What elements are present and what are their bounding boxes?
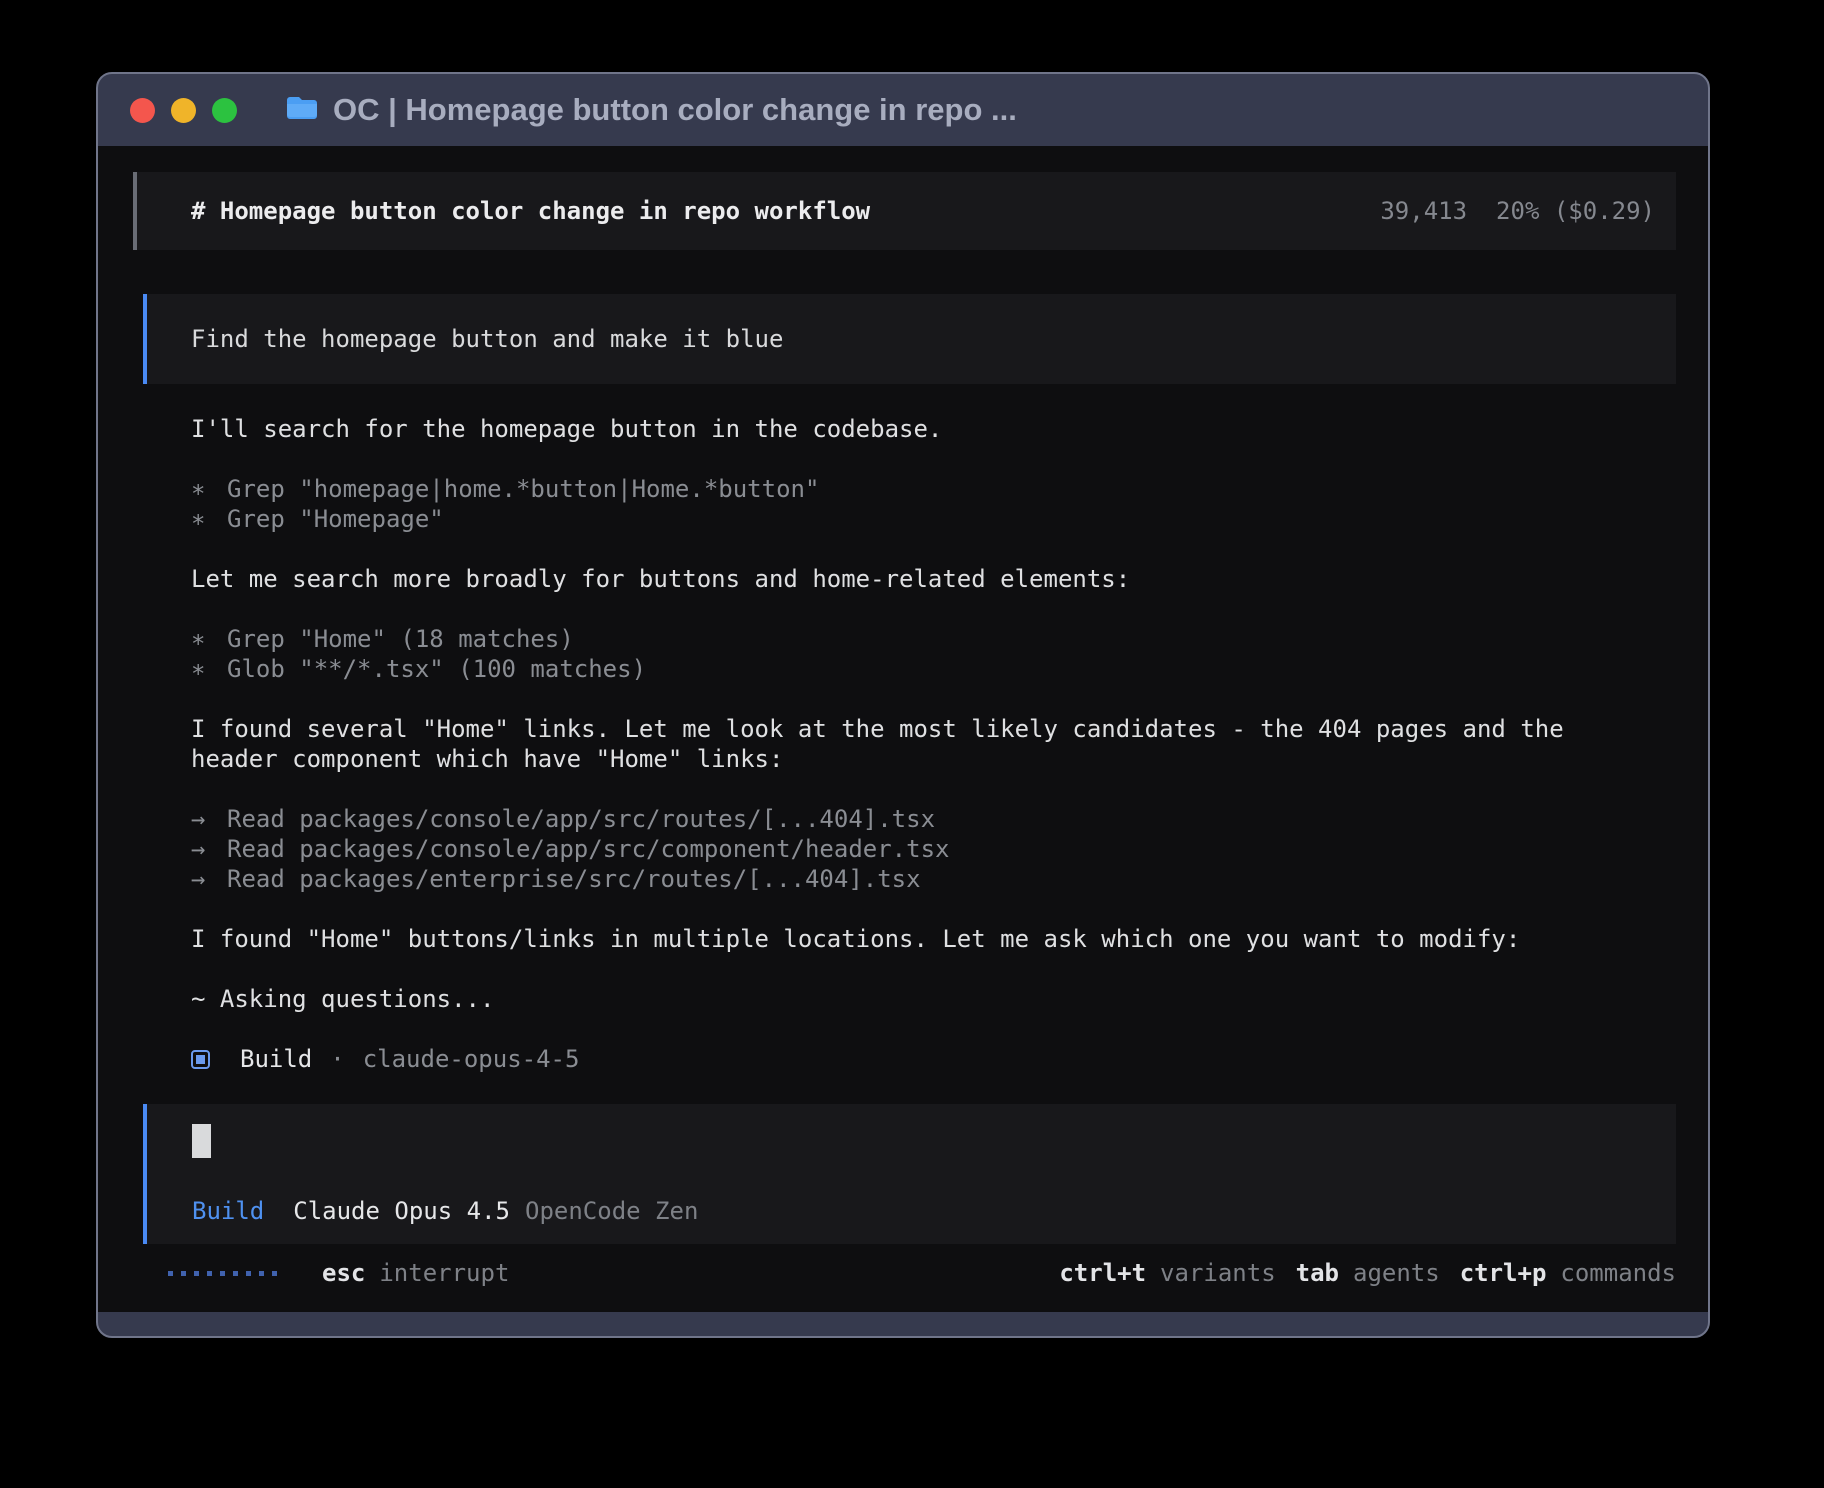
assistant-text: I'll search for the homepage button in t… xyxy=(191,414,1676,444)
title-group: OC | Homepage button color change in rep… xyxy=(285,92,1017,128)
spinner-dot xyxy=(207,1271,212,1276)
window-titlebar: OC | Homepage button color change in rep… xyxy=(98,74,1708,146)
spinner-dots xyxy=(168,1271,277,1276)
agents-hint: tab agents xyxy=(1296,1258,1440,1288)
esc-key-hint: esc xyxy=(322,1259,365,1287)
input-model-label: Claude Opus 4.5 xyxy=(293,1196,510,1226)
folder-icon xyxy=(285,95,319,126)
traffic-lights xyxy=(130,98,237,123)
tool-call-text: Glob "**/*.tsx" (100 matches) xyxy=(227,655,646,683)
tool-call-line: ∗Grep "homepage|home.*button|Home.*butto… xyxy=(191,474,1676,504)
tool-bullet-icon: ∗ xyxy=(191,654,227,684)
terminal-content[interactable]: # Homepage button color change in repo w… xyxy=(98,146,1708,1312)
read-tool-text: Read packages/console/app/src/component/… xyxy=(227,835,949,863)
tool-call-text: Grep "homepage|home.*button|Home.*button… xyxy=(227,475,819,503)
agents-label: agents xyxy=(1353,1259,1440,1287)
status-bar-left: esc interrupt xyxy=(168,1258,509,1288)
interrupt-hint: esc interrupt xyxy=(322,1258,509,1288)
tool-bullet-icon: ∗ xyxy=(191,504,227,534)
window-title: OC | Homepage button color change in rep… xyxy=(333,92,1017,128)
input-agent-label[interactable]: Build xyxy=(192,1196,264,1226)
ctrl-p-key-hint: ctrl+p xyxy=(1460,1259,1547,1287)
assistant-text: Let me search more broadly for buttons a… xyxy=(191,564,1676,594)
ctrl-t-key-hint: ctrl+t xyxy=(1059,1259,1146,1287)
spinner-dot xyxy=(272,1271,277,1276)
read-tool-text: Read packages/console/app/src/routes/[..… xyxy=(227,805,935,833)
agent-square-icon xyxy=(191,1050,210,1069)
spinner-dot xyxy=(181,1271,186,1276)
assistant-paragraph: I'll search for the homepage button in t… xyxy=(191,414,1676,444)
tool-call-line: ∗Grep "Home" (18 matches) xyxy=(191,624,1676,654)
status-bar: esc interrupt ctrl+t variants tab agents ct… xyxy=(133,1258,1676,1288)
spinner-dot xyxy=(233,1271,238,1276)
status-text: ~ Asking questions... xyxy=(191,984,1676,1014)
agent-model: claude-opus-4-5 xyxy=(363,1044,580,1074)
session-stats: 39,413 20% ($0.29) xyxy=(1380,196,1655,226)
assistant-paragraph: I found several "Home" links. Let me loo… xyxy=(191,714,1676,774)
agent-status-row: Build · claude-opus-4-5 xyxy=(191,1044,1676,1074)
commands-hint: ctrl+p commands xyxy=(1460,1258,1676,1288)
spinner-dot xyxy=(194,1271,199,1276)
read-tool-line: →Read packages/console/app/src/component… xyxy=(191,834,1676,864)
read-tool-text: Read packages/enterprise/src/routes/[...… xyxy=(227,865,921,893)
status-bar-right: ctrl+t variants tab agents ctrl+p commands xyxy=(1059,1258,1676,1288)
token-count: 39,413 xyxy=(1380,196,1467,226)
variants-hint: ctrl+t variants xyxy=(1059,1258,1275,1288)
close-button[interactable] xyxy=(130,98,155,123)
spinner-dot xyxy=(259,1271,264,1276)
read-tool-line: →Read packages/enterprise/src/routes/[..… xyxy=(191,864,1676,894)
session-title: # Homepage button color change in repo w… xyxy=(191,196,870,226)
tool-call-line: ∗Glob "**/*.tsx" (100 matches) xyxy=(191,654,1676,684)
conversation: I'll search for the homepage button in t… xyxy=(133,414,1676,1074)
tool-call-group: →Read packages/console/app/src/routes/[.… xyxy=(191,804,1676,894)
interrupt-label: interrupt xyxy=(379,1259,509,1287)
prompt-input[interactable]: Build Claude Opus 4.5 OpenCode Zen xyxy=(143,1104,1676,1244)
tool-bullet-icon: ∗ xyxy=(191,474,227,504)
tool-call-group: ∗Grep "Home" (18 matches) ∗Glob "**/*.ts… xyxy=(191,624,1676,684)
input-provider-label: OpenCode Zen xyxy=(525,1196,698,1226)
tool-call-text: Grep "Home" (18 matches) xyxy=(227,625,574,653)
user-message: Find the homepage button and make it blu… xyxy=(143,294,1676,384)
minimize-button[interactable] xyxy=(171,98,196,123)
tab-key-hint: tab xyxy=(1296,1259,1339,1287)
spinner-dot xyxy=(246,1271,251,1276)
agent-square-dot xyxy=(196,1055,205,1064)
agent-name: Build xyxy=(240,1044,312,1074)
assistant-text: header component which have "Home" links… xyxy=(191,744,1676,774)
assistant-paragraph: I found "Home" buttons/links in multiple… xyxy=(191,924,1676,954)
agent-separator: · xyxy=(330,1044,344,1074)
tool-call-line: ∗Grep "Homepage" xyxy=(191,504,1676,534)
spinner-dot xyxy=(220,1271,225,1276)
commands-label: commands xyxy=(1560,1259,1676,1287)
text-cursor xyxy=(192,1124,211,1158)
session-header: # Homepage button color change in repo w… xyxy=(133,172,1676,250)
terminal-window: OC | Homepage button color change in rep… xyxy=(96,72,1710,1338)
tool-bullet-icon: ∗ xyxy=(191,624,227,654)
assistant-paragraph: Let me search more broadly for buttons a… xyxy=(191,564,1676,594)
read-tool-line: →Read packages/console/app/src/routes/[.… xyxy=(191,804,1676,834)
assistant-text: I found "Home" buttons/links in multiple… xyxy=(191,924,1676,954)
variants-label: variants xyxy=(1160,1259,1276,1287)
assistant-text: I found several "Home" links. Let me loo… xyxy=(191,714,1676,744)
arrow-icon: → xyxy=(191,834,227,864)
assistant-status: ~ Asking questions... xyxy=(191,984,1676,1014)
user-message-text: Find the homepage button and make it blu… xyxy=(191,324,783,354)
model-status-row: Build Claude Opus 4.5 OpenCode Zen xyxy=(192,1196,1652,1226)
context-cost: 20% ($0.29) xyxy=(1496,196,1655,226)
maximize-button[interactable] xyxy=(212,98,237,123)
spinner-dot xyxy=(168,1271,173,1276)
tool-call-group: ∗Grep "homepage|home.*button|Home.*butto… xyxy=(191,474,1676,534)
arrow-icon: → xyxy=(191,804,227,834)
arrow-icon: → xyxy=(191,864,227,894)
tool-call-text: Grep "Homepage" xyxy=(227,505,444,533)
